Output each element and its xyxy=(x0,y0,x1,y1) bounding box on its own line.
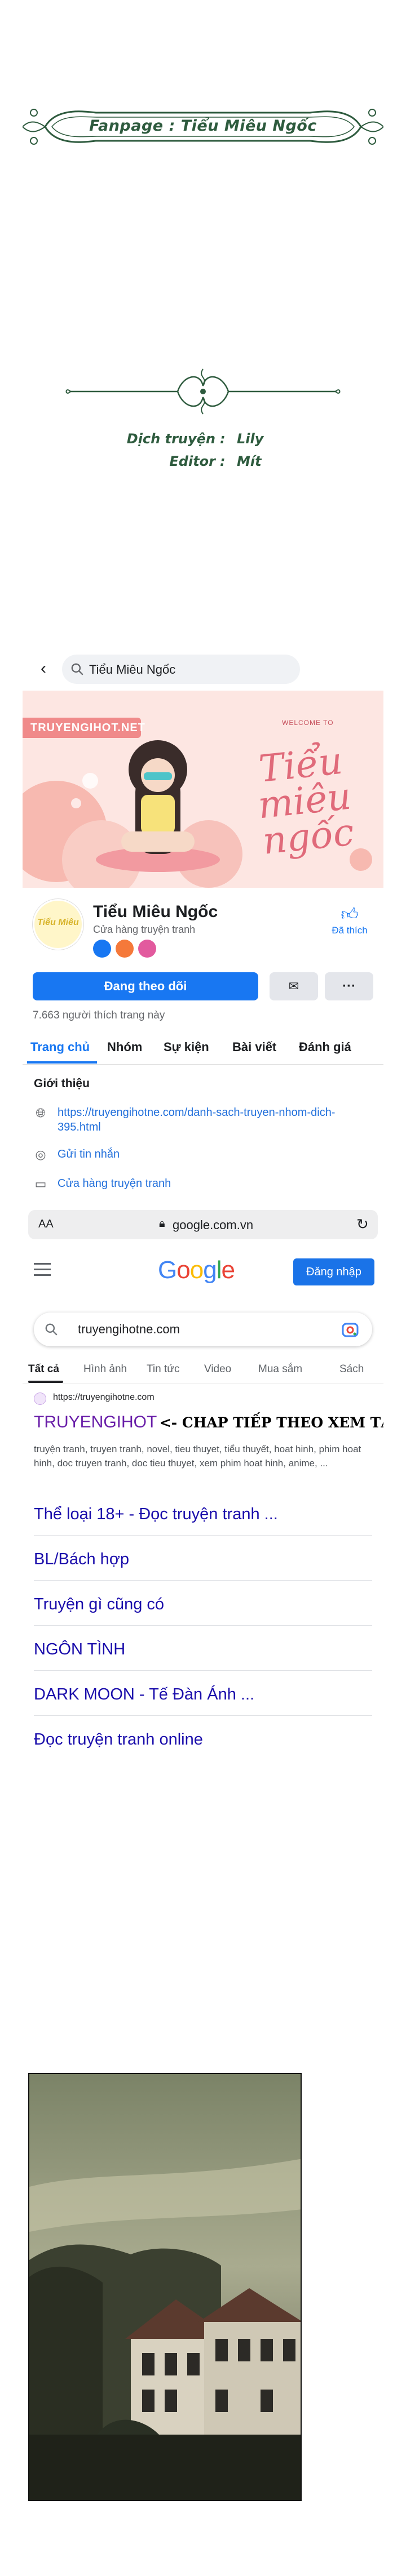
facebook-search-bar[interactable]: Tiểu Miêu Ngốc xyxy=(62,655,300,684)
tab-groups[interactable]: Nhóm xyxy=(107,1040,142,1055)
fanpage-label: Fanpage : Tiểu Miêu Ngốc xyxy=(89,117,317,135)
reload-icon[interactable]: ↻ xyxy=(356,1216,369,1233)
mansion-illustration xyxy=(29,2074,301,2500)
credit-translator: Dịch truyện : Lily xyxy=(0,431,406,450)
lock-icon: 🔒︎ xyxy=(159,1217,165,1230)
phone-screen: ‹ Tiểu Miêu Ngốc TRUYENGIHOT.NET WELCOME… xyxy=(23,648,383,1825)
intro-website-row[interactable]: 🌐︎ https://truyengihotne.com/danh-sach-t… xyxy=(34,1105,372,1137)
likes-count: 7.663 người thích trang này xyxy=(33,1009,165,1021)
thumbs-up-icon: 👍︎ xyxy=(341,905,359,924)
browser-address-bar[interactable]: AA 🔒︎ google.com.vn ↻ xyxy=(28,1210,378,1239)
shop-icon: ▭ xyxy=(34,1177,47,1191)
sitelink-label: Thể loại 18+ - Đọc truyện tranh ... xyxy=(34,1505,278,1523)
credit-label: Dịch truyện xyxy=(126,431,215,447)
page-tabs: Trang chủ Nhóm Sự kiện Bài viết Đánh giá xyxy=(23,1031,383,1065)
cover-photo: TRUYENGIHOT.NET WELCOME TO Tiểu miêu ngố… xyxy=(23,691,383,888)
credit-editor: Editor : Mít xyxy=(0,453,406,473)
google-header: Google Đăng nhập xyxy=(23,1251,383,1296)
sitelink-label: NGÔN TÌNH xyxy=(34,1640,126,1658)
credit-value: Lily xyxy=(237,431,264,447)
sitelink-label: BL/Bách hợp xyxy=(34,1550,129,1568)
cover-title: Tiểu miêu ngốc xyxy=(255,738,356,863)
sitelink[interactable]: BL/Bách hợp xyxy=(34,1538,372,1581)
facebook-top-bar: ‹ Tiểu Miêu Ngốc xyxy=(23,648,383,691)
tab-posts[interactable]: Bài viết xyxy=(232,1040,276,1055)
messenger-button[interactable]: ✉ xyxy=(270,972,318,1000)
sitelink[interactable]: NGÔN TÌNH xyxy=(34,1628,372,1671)
site-tag-label: TRUYENGIHOT.NET xyxy=(30,722,145,734)
sitelink[interactable]: Đọc truyện tranh online xyxy=(34,1718,372,1761)
tab-images[interactable]: Hình ảnh xyxy=(83,1363,127,1376)
sitelink-label: Truyện gì cũng có xyxy=(34,1595,165,1613)
more-options-button[interactable]: ··· xyxy=(325,972,373,1000)
tab-reviews[interactable]: Đánh giá xyxy=(299,1040,351,1055)
sitelink[interactable]: Thể loại 18+ - Đọc truyện tranh ... xyxy=(34,1493,372,1536)
search-query: Tiểu Miêu Ngốc xyxy=(89,662,176,677)
result-title-brand: TRUYENGIHOT xyxy=(34,1413,157,1431)
intro-title: Giới thiệu xyxy=(34,1077,90,1090)
page-action-row: Đang theo dõi ✉ ··· xyxy=(33,972,373,1000)
shop-badge-icon xyxy=(116,940,134,958)
page-avatar[interactable]: Tiểu Miêu xyxy=(33,899,83,950)
sitelink[interactable]: DARK MOON - Tế Đàn Ánh ... xyxy=(34,1673,372,1716)
ornament-divider xyxy=(65,368,341,415)
comic-panel-mansion xyxy=(28,2073,302,2501)
credit-separator: : xyxy=(220,431,226,447)
globe-icon: 🌐︎ xyxy=(36,1106,46,1120)
search-icon xyxy=(71,663,83,675)
site-tag: TRUYENGIHOT.NET xyxy=(23,718,145,738)
result-title[interactable]: TRUYENGIHOT <- CHAP TIẾP THEO XEM TẠI ĐÂ… xyxy=(34,1413,383,1432)
credit-label: Editor xyxy=(169,453,215,469)
following-button[interactable]: Đang theo dõi xyxy=(33,972,258,1000)
website-link[interactable]: https://truyengihotne.com/danh-sach-truy… xyxy=(58,1105,362,1134)
credit-value: Mít xyxy=(237,453,262,469)
cover-welcome-text: WELCOME TO xyxy=(282,719,334,727)
messenger-badge-icon xyxy=(93,940,111,958)
google-search-box[interactable]: truyengihotne.com xyxy=(34,1313,372,1346)
active-tab-indicator xyxy=(27,1061,97,1064)
liked-button[interactable]: 👍︎ Đã thích xyxy=(324,905,375,944)
category-link[interactable]: Cửa hàng truyện tranh xyxy=(58,1176,362,1191)
tab-home[interactable]: Trang chủ xyxy=(30,1040,90,1055)
result-title-callout: <- CHAP TIẾP THEO XEM TẠI ĐÂY NHA xyxy=(159,1414,383,1431)
result-snippet: truyện tranh, truyen tranh, novel, tieu … xyxy=(34,1444,361,1469)
sign-in-button[interactable]: Đăng nhập xyxy=(293,1258,374,1285)
liked-label: Đã thích xyxy=(332,925,368,936)
intro-message-row[interactable]: ◎ Gửi tin nhắn xyxy=(34,1147,372,1164)
tab-events[interactable]: Sự kiện xyxy=(164,1040,209,1055)
page-category: Cửa hàng truyện tranh xyxy=(93,924,196,935)
tab-video[interactable]: Video xyxy=(204,1363,231,1376)
intro-section: Giới thiệu 🌐︎ https://truyengihotne.com/… xyxy=(23,1071,383,1212)
address-host: google.com.vn xyxy=(173,1218,254,1232)
intro-category-row[interactable]: ▭ Cửa hàng truyện tranh xyxy=(34,1176,372,1193)
menu-icon[interactable] xyxy=(34,1263,51,1276)
search-icon xyxy=(45,1323,58,1336)
reader-aa-button[interactable]: AA xyxy=(38,1218,54,1231)
back-arrow-icon[interactable]: ‹ xyxy=(35,660,52,677)
tab-shopping[interactable]: Mua sắm xyxy=(258,1363,302,1376)
sitelink-label: DARK MOON - Tế Đàn Ánh ... xyxy=(34,1685,255,1703)
fanpage-banner: Fanpage : Tiểu Miêu Ngốc xyxy=(23,101,383,152)
page-header: Tiểu Miêu Tiểu Miêu Ngốc Cửa hàng truyện… xyxy=(23,888,383,1023)
page-name: Tiểu Miêu Ngốc xyxy=(93,902,218,921)
avatar-text: Tiểu Miêu xyxy=(37,918,79,927)
google-search-tabs: Tất cả Hình ảnh Tin tức Video Mua sắm Sá… xyxy=(23,1356,383,1383)
tab-books[interactable]: Sách xyxy=(339,1363,364,1376)
google-logo[interactable]: Google xyxy=(158,1256,235,1284)
search-query: truyengihotne.com xyxy=(78,1322,180,1336)
phone-screenshot: ‹ Tiểu Miêu Ngốc TRUYENGIHOT.NET WELCOME… xyxy=(23,648,383,1825)
messenger-icon: ✉ xyxy=(288,979,299,993)
instagram-badge-icon xyxy=(138,940,156,958)
active-tab-indicator xyxy=(28,1381,63,1383)
send-message-link[interactable]: Gửi tin nhắn xyxy=(58,1147,362,1162)
tab-news[interactable]: Tin tức xyxy=(147,1363,179,1376)
site-favicon-icon xyxy=(34,1392,46,1405)
tab-all[interactable]: Tất cả xyxy=(28,1363,59,1376)
messenger-icon: ◎ xyxy=(35,1147,46,1162)
sitelink-label: Đọc truyện tranh online xyxy=(34,1730,203,1749)
google-lens-icon[interactable] xyxy=(341,1320,360,1340)
result-url[interactable]: https://truyengihotne.com xyxy=(53,1392,155,1403)
credit-separator: : xyxy=(220,453,226,469)
sitelink[interactable]: Truyện gì cũng có xyxy=(34,1583,372,1626)
